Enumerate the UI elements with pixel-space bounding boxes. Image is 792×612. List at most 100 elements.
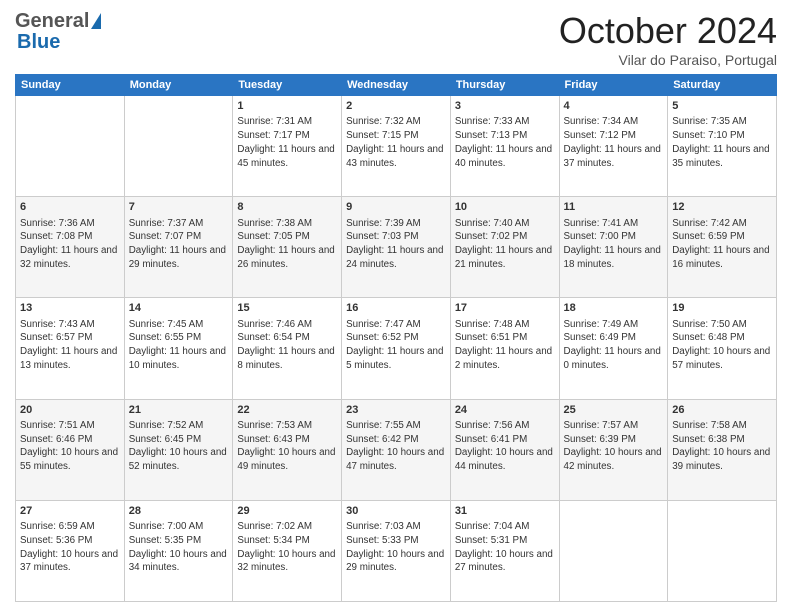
day-number: 25: [564, 403, 664, 418]
day-number: 29: [237, 504, 337, 519]
calendar-week-3: 13 Sunrise: 7:43 AMSunset: 6:57 PMDayligh…: [16, 298, 777, 399]
day-number: 27: [20, 504, 120, 519]
calendar-cell-day-11: 11Sunrise: 7:41 AMSunset: 7:00 PMDayligh…: [559, 197, 668, 298]
logo-text: General: [15, 10, 101, 33]
calendar-week-5: 27Sunrise: 6:59 AMSunset: 5:36 PMDayligh…: [16, 500, 777, 601]
day-info: Sunrise: 7:03 AMSunset: 5:33 PMDaylight:…: [346, 520, 446, 575]
calendar-cell-day-13: 13 Sunrise: 7:43 AMSunset: 6:57 PMDayligh…: [16, 298, 125, 399]
calendar-cell-day-7: 7Sunrise: 7:37 AMSunset: 7:07 PMDaylight…: [124, 197, 233, 298]
month-title: October 2024: [559, 10, 777, 52]
day-info: Sunrise: 7:56 AMSunset: 6:41 PMDaylight:…: [455, 419, 555, 474]
header: General Blue October 2024 Vilar do Parai…: [15, 10, 777, 68]
calendar-cell-day-31: 31Sunrise: 7:04 AMSunset: 5:31 PMDayligh…: [450, 500, 559, 601]
day-info: Sunrise: 7:46 AMSunset: 6:54 PMDaylight:…: [237, 318, 337, 373]
day-number: 24: [455, 403, 555, 418]
day-info: Sunrise: 7:51 AMSunset: 6:46 PMDaylight:…: [20, 419, 120, 474]
day-number: 10: [455, 200, 555, 215]
day-info: Sunrise: 7:58 AMSunset: 6:38 PMDaylight:…: [672, 419, 772, 474]
calendar-header-row: SundayMondayTuesdayWednesdayThursdayFrid…: [16, 75, 777, 96]
calendar-cell-day-1: 1Sunrise: 7:31 AMSunset: 7:17 PMDaylight…: [233, 96, 342, 197]
calendar-cell-day-2: 2Sunrise: 7:32 AMSunset: 7:15 PMDaylight…: [342, 96, 451, 197]
day-number: 13: [20, 301, 120, 316]
calendar-cell-day-10: 10 Sunrise: 7:40 AMSunset: 7:02 PMDayligh…: [450, 197, 559, 298]
day-number: 4: [564, 99, 664, 114]
day-number: 20: [20, 403, 120, 418]
location: Vilar do Paraiso, Portugal: [559, 52, 777, 68]
calendar-cell-day-23: 23Sunrise: 7:55 AMSunset: 6:42 PMDayligh…: [342, 399, 451, 500]
calendar-cell-day-30: 30Sunrise: 7:03 AMSunset: 5:33 PMDayligh…: [342, 500, 451, 601]
day-number: 7: [129, 200, 229, 215]
day-info: Sunrise: 7:57 AMSunset: 6:39 PMDaylight:…: [564, 419, 664, 474]
calendar-cell-day-empty: [668, 500, 777, 601]
weekday-header-friday: Friday: [559, 75, 668, 96]
calendar-cell-day-15: 15 Sunrise: 7:46 AMSunset: 6:54 PMDayligh…: [233, 298, 342, 399]
day-info: Sunrise: 7:40 AMSunset: 7:02 PMDaylight:…: [455, 217, 555, 272]
calendar-cell-day-24: 24Sunrise: 7:56 AMSunset: 6:41 PMDayligh…: [450, 399, 559, 500]
calendar-cell-day-5: 5Sunrise: 7:35 AMSunset: 7:10 PMDaylight…: [668, 96, 777, 197]
logo-blue: Blue: [17, 31, 60, 53]
day-number: 28: [129, 504, 229, 519]
day-number: 9: [346, 200, 446, 215]
day-info: Sunrise: 7:43 AMSunset: 6:57 PMDaylight:…: [20, 318, 120, 373]
day-info: Sunrise: 7:47 AMSunset: 6:52 PMDaylight:…: [346, 318, 446, 373]
day-number: 5: [672, 99, 772, 114]
logo-triangle-icon: [91, 13, 101, 29]
title-block: October 2024 Vilar do Paraiso, Portugal: [559, 10, 777, 68]
day-info: Sunrise: 7:32 AMSunset: 7:15 PMDaylight:…: [346, 115, 446, 170]
day-number: 11: [564, 200, 664, 215]
day-number: 12: [672, 200, 772, 215]
day-number: 31: [455, 504, 555, 519]
calendar-cell-day-27: 27Sunrise: 6:59 AMSunset: 5:36 PMDayligh…: [16, 500, 125, 601]
logo: General Blue: [15, 10, 101, 54]
day-info: Sunrise: 7:38 AMSunset: 7:05 PMDaylight:…: [237, 217, 337, 272]
calendar-cell-day-26: 26Sunrise: 7:58 AMSunset: 6:38 PMDayligh…: [668, 399, 777, 500]
day-number: 26: [672, 403, 772, 418]
calendar-cell-day-20: 20Sunrise: 7:51 AMSunset: 6:46 PMDayligh…: [16, 399, 125, 500]
calendar-cell-day-17: 17 Sunrise: 7:48 AMSunset: 6:51 PMDayligh…: [450, 298, 559, 399]
day-number: 18: [564, 301, 664, 316]
calendar-week-4: 20Sunrise: 7:51 AMSunset: 6:46 PMDayligh…: [16, 399, 777, 500]
weekday-header-sunday: Sunday: [16, 75, 125, 96]
calendar-cell-day-28: 28Sunrise: 7:00 AMSunset: 5:35 PMDayligh…: [124, 500, 233, 601]
day-number: 8: [237, 200, 337, 215]
calendar-cell-day-empty: [124, 96, 233, 197]
day-info: Sunrise: 7:35 AMSunset: 7:10 PMDaylight:…: [672, 115, 772, 170]
day-number: 6: [20, 200, 120, 215]
calendar-cell-day-16: 16 Sunrise: 7:47 AMSunset: 6:52 PMDayligh…: [342, 298, 451, 399]
day-info: Sunrise: 7:55 AMSunset: 6:42 PMDaylight:…: [346, 419, 446, 474]
day-number: 2: [346, 99, 446, 114]
calendar-cell-day-18: 18 Sunrise: 7:49 AMSunset: 6:49 PMDayligh…: [559, 298, 668, 399]
day-info: Sunrise: 7:42 AMSunset: 6:59 PMDaylight:…: [672, 217, 772, 272]
day-number: 21: [129, 403, 229, 418]
calendar-cell-day-9: 9 Sunrise: 7:39 AMSunset: 7:03 PMDaylight…: [342, 197, 451, 298]
logo-general: General: [15, 10, 89, 33]
day-info: Sunrise: 7:00 AMSunset: 5:35 PMDaylight:…: [129, 520, 229, 575]
day-number: 16: [346, 301, 446, 316]
day-info: Sunrise: 6:59 AMSunset: 5:36 PMDaylight:…: [20, 520, 120, 575]
day-info: Sunrise: 7:31 AMSunset: 7:17 PMDaylight:…: [237, 115, 337, 170]
day-info: Sunrise: 7:39 AMSunset: 7:03 PMDaylight:…: [346, 217, 446, 272]
day-number: 22: [237, 403, 337, 418]
day-info: Sunrise: 7:34 AMSunset: 7:12 PMDaylight:…: [564, 115, 664, 170]
calendar-cell-day-14: 14Sunrise: 7:45 AMSunset: 6:55 PMDayligh…: [124, 298, 233, 399]
day-info: Sunrise: 7:52 AMSunset: 6:45 PMDaylight:…: [129, 419, 229, 474]
day-info: Sunrise: 7:02 AMSunset: 5:34 PMDaylight:…: [237, 520, 337, 575]
calendar-cell-day-22: 22Sunrise: 7:53 AMSunset: 6:43 PMDayligh…: [233, 399, 342, 500]
calendar-cell-day-21: 21Sunrise: 7:52 AMSunset: 6:45 PMDayligh…: [124, 399, 233, 500]
day-number: 23: [346, 403, 446, 418]
day-number: 14: [129, 301, 229, 316]
weekday-header-tuesday: Tuesday: [233, 75, 342, 96]
weekday-header-wednesday: Wednesday: [342, 75, 451, 96]
day-number: 30: [346, 504, 446, 519]
day-number: 17: [455, 301, 555, 316]
day-info: Sunrise: 7:48 AMSunset: 6:51 PMDaylight:…: [455, 318, 555, 373]
day-info: Sunrise: 7:49 AMSunset: 6:49 PMDaylight:…: [564, 318, 664, 373]
weekday-header-saturday: Saturday: [668, 75, 777, 96]
calendar-cell-day-29: 29Sunrise: 7:02 AMSunset: 5:34 PMDayligh…: [233, 500, 342, 601]
calendar-cell-day-12: 12 Sunrise: 7:42 AMSunset: 6:59 PMDayligh…: [668, 197, 777, 298]
calendar-cell-day-8: 8 Sunrise: 7:38 AMSunset: 7:05 PMDaylight…: [233, 197, 342, 298]
calendar-cell-day-empty: [559, 500, 668, 601]
day-info: Sunrise: 7:53 AMSunset: 6:43 PMDaylight:…: [237, 419, 337, 474]
calendar-cell-day-3: 3Sunrise: 7:33 AMSunset: 7:13 PMDaylight…: [450, 96, 559, 197]
day-number: 15: [237, 301, 337, 316]
